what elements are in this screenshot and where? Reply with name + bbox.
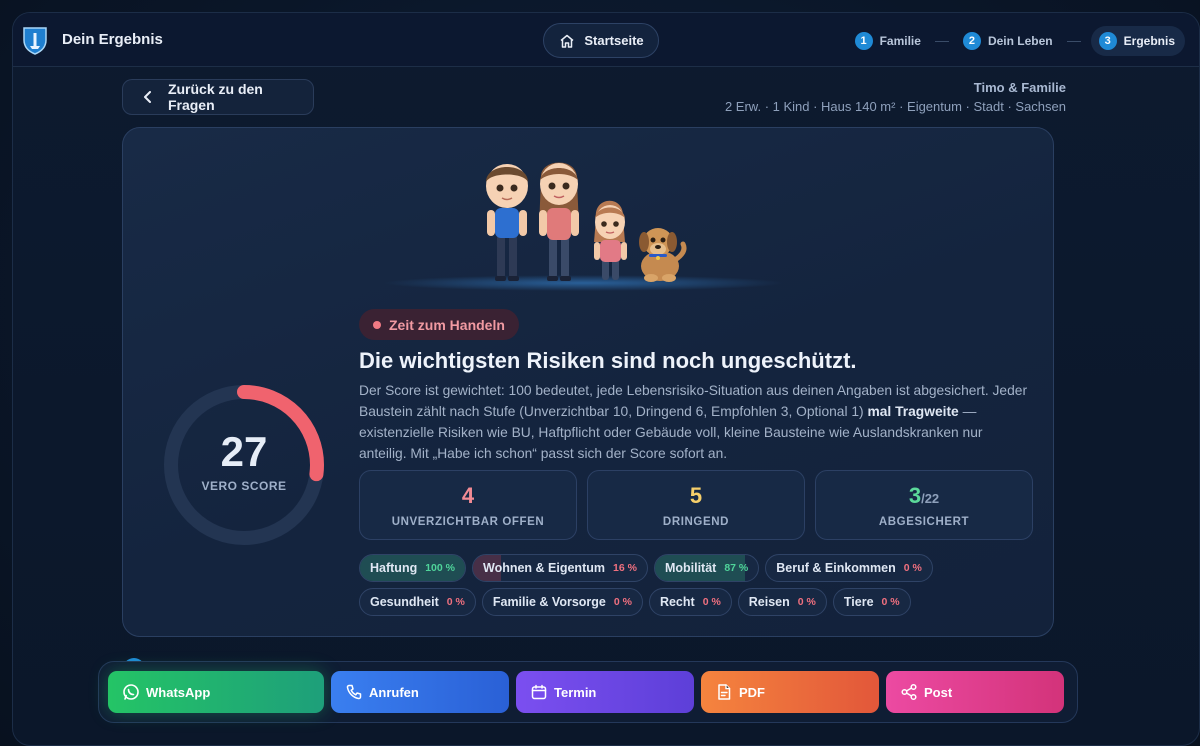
step-number: 2	[962, 32, 981, 50]
calendar-icon	[530, 683, 548, 701]
home-button-label: Startseite	[584, 33, 644, 48]
chip-percent: 16 %	[613, 562, 637, 574]
result-card: 27 VERO SCORE Zeit zum Handeln Die wicht…	[122, 127, 1054, 637]
chip-percent: 0 %	[881, 596, 900, 608]
action-buttons: WhatsApp Anrufen Termin PDF Post	[108, 671, 1064, 713]
category-chips: Haftung 100 % Wohnen & Eigentum 16 % Mobil…	[359, 554, 1039, 616]
category-chip-beruf-einkommen[interactable]: Beruf & Einkommen 0 %	[765, 554, 933, 582]
share-button[interactable]: Post	[886, 671, 1064, 713]
score-label: VERO SCORE	[201, 479, 287, 493]
category-chip-familie-vorsorge[interactable]: Familie & Vorsorge 0 %	[481, 588, 643, 616]
metric-label: UNVERZICHTBAR OFFEN	[391, 515, 545, 528]
metric-dringend: 5 DRINGEND	[587, 470, 805, 540]
chip-label: Mobilität	[664, 561, 717, 575]
category-chip-reisen[interactable]: Reisen 0 %	[737, 588, 827, 616]
home-icon	[558, 32, 576, 50]
whatsapp-icon	[122, 683, 140, 701]
step-divider	[934, 40, 949, 42]
chip-percent: 87 %	[724, 562, 749, 574]
step-number: 1	[854, 32, 873, 50]
profile-summary: Timo & Familie 2 Erw. · 1 Kind · Haus 14…	[725, 80, 1066, 114]
chip-label: Beruf & Einkommen	[776, 561, 896, 575]
chip-label: Haftung	[370, 561, 418, 575]
back-button[interactable]: Zurück zu den Fragen	[122, 79, 314, 115]
metric-label: DRINGEND	[662, 515, 730, 528]
chevron-left-icon	[139, 88, 157, 106]
chip-label: Recht	[659, 595, 695, 609]
score-value: 27	[220, 428, 268, 475]
result-description: Der Score ist gewichtet: 100 bedeutet, j…	[359, 380, 1031, 464]
metric-number: 3	[908, 482, 922, 508]
step-number: 3	[1098, 32, 1117, 50]
status-badge-label: Zeit zum Handeln	[389, 316, 505, 333]
step-label: Ergebnis	[1123, 34, 1175, 48]
step-label: Familie	[879, 34, 921, 48]
category-chip-recht[interactable]: Recht 0 %	[648, 588, 732, 616]
step-divider	[1066, 40, 1081, 42]
back-button-label: Zurück zu den Fragen	[167, 81, 263, 113]
whatsapp-button-label: WhatsApp	[146, 684, 211, 700]
chip-percent: 0 %	[903, 562, 922, 574]
appointment-button-label: Termin	[554, 684, 597, 700]
share-icon	[900, 683, 918, 701]
top-bar: Dein Ergebnis Startseite 1 Familie 2 Dei…	[13, 13, 1199, 67]
whatsapp-button[interactable]: WhatsApp	[108, 671, 324, 713]
phone-icon	[345, 683, 363, 701]
profile-details: 2 Erw. · 1 Kind · Haus 140 m² · Eigentum…	[724, 99, 1066, 114]
category-chip-gesundheit[interactable]: Gesundheit 0 %	[359, 588, 476, 616]
appointment-button[interactable]: Termin	[516, 671, 694, 713]
status-dot-icon	[373, 320, 381, 329]
pdf-button[interactable]: PDF	[701, 671, 879, 713]
metric-value: 3/22	[909, 483, 939, 509]
step-dein-leben[interactable]: 2 Dein Leben	[959, 26, 1057, 56]
chip-percent: 100 %	[425, 562, 455, 574]
home-button[interactable]: Startseite	[543, 23, 659, 58]
category-chip-mobilitaet[interactable]: Mobilität 87 %	[653, 554, 760, 582]
step-ergebnis[interactable]: 3 Ergebnis	[1090, 26, 1185, 56]
chip-label: Tiere	[843, 595, 874, 609]
result-headline: Die wichtigsten Risiken sind noch ungesc…	[359, 348, 857, 373]
page-title: Dein Ergebnis	[62, 31, 163, 48]
metric-number: 4	[461, 482, 475, 508]
shield-logo-icon	[21, 24, 49, 56]
step-indicator: 1 Familie 2 Dein Leben 3 Ergebnis	[851, 26, 1185, 56]
metric-unverzichtbar-offen: 4 UNVERZICHTBAR OFFEN	[359, 470, 577, 540]
metric-suffix: /22	[921, 490, 940, 506]
category-chip-haftung[interactable]: Haftung 100 %	[359, 554, 466, 582]
chip-percent: 0 %	[797, 596, 816, 608]
chip-label: Familie & Vorsorge	[492, 595, 606, 609]
family-illustration	[383, 162, 783, 291]
metric-abgesichert: 3/22 ABGESICHERT	[815, 470, 1033, 540]
chip-label: Reisen	[748, 595, 790, 609]
chip-label: Gesundheit	[370, 595, 439, 609]
call-button-label: Anrufen	[369, 684, 419, 700]
document-icon	[715, 683, 733, 701]
metric-value: 4	[462, 483, 474, 509]
chip-percent: 0 %	[613, 596, 632, 608]
share-button-label: Post	[924, 684, 953, 700]
description-emphasis: mal Tragweite	[867, 404, 959, 419]
chip-percent: 0 %	[446, 596, 465, 608]
status-badge: Zeit zum Handeln	[359, 309, 519, 340]
metric-label: ABGESICHERT	[878, 515, 970, 528]
category-chip-tiere[interactable]: Tiere 0 %	[832, 588, 911, 616]
category-chip-wohnen-eigentum[interactable]: Wohnen & Eigentum 16 %	[472, 554, 648, 582]
chip-percent: 0 %	[702, 596, 721, 608]
step-familie[interactable]: 1 Familie	[851, 26, 925, 56]
metric-number: 5	[689, 482, 703, 508]
metric-value: 5	[690, 483, 702, 509]
profile-name: Timo & Familie	[973, 80, 1066, 95]
call-button[interactable]: Anrufen	[331, 671, 509, 713]
step-label: Dein Leben	[987, 34, 1053, 48]
metrics-row: 4 UNVERZICHTBAR OFFEN 5 DRINGEND 3/22 AB…	[359, 470, 1033, 540]
pdf-button-label: PDF	[739, 684, 765, 700]
chip-label: Wohnen & Eigentum	[483, 561, 605, 575]
